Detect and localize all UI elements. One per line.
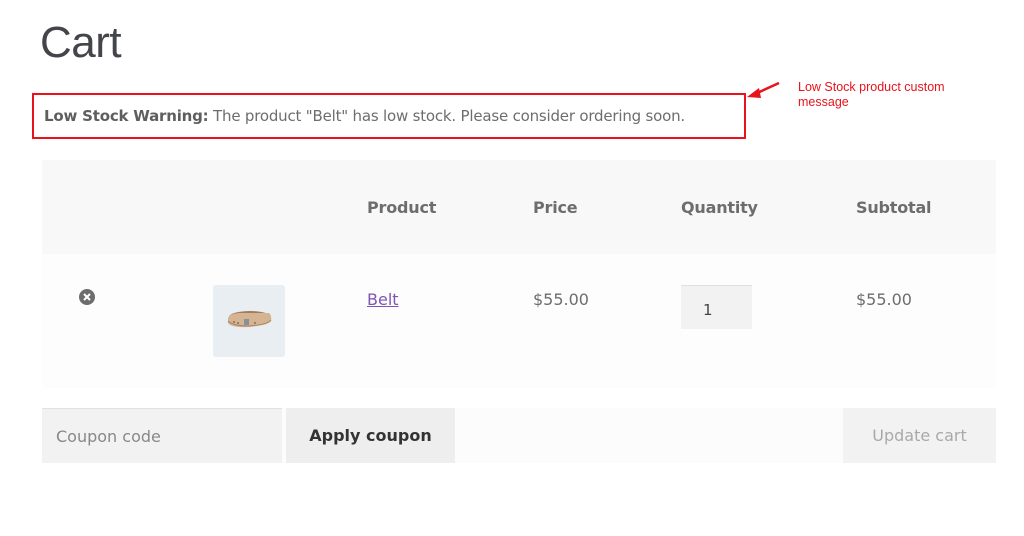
belt-image-icon bbox=[227, 311, 272, 328]
quantity-input[interactable] bbox=[681, 285, 752, 329]
notice-label: Low Stock Warning: bbox=[44, 107, 209, 125]
cart-actions: Apply coupon Update cart bbox=[42, 408, 996, 463]
close-icon bbox=[83, 293, 91, 301]
coupon-code-input[interactable] bbox=[42, 408, 282, 463]
column-header-product: Product bbox=[367, 198, 437, 217]
table-header: Product Price Quantity Subtotal bbox=[42, 160, 996, 254]
product-subtotal: $55.00 bbox=[856, 290, 912, 309]
apply-coupon-button[interactable]: Apply coupon bbox=[286, 408, 455, 463]
product-price: $55.00 bbox=[533, 290, 589, 309]
low-stock-notice: Low Stock Warning: The product "Belt" ha… bbox=[32, 93, 746, 139]
product-thumbnail[interactable] bbox=[213, 285, 285, 357]
annotation-text: Low Stock product custom message bbox=[798, 80, 945, 109]
notice-message: The product "Belt" has low stock. Please… bbox=[208, 107, 685, 125]
product-link[interactable]: Belt bbox=[367, 290, 399, 309]
table-row: Belt $55.00 $55.00 bbox=[42, 254, 996, 388]
column-header-price: Price bbox=[533, 198, 578, 217]
cart-table: Product Price Quantity Subtotal Belt $55… bbox=[42, 160, 996, 388]
remove-item-icon[interactable] bbox=[79, 289, 95, 305]
annotation-arrow-icon bbox=[747, 81, 780, 98]
column-header-quantity: Quantity bbox=[681, 198, 758, 217]
page-title: Cart bbox=[40, 18, 122, 67]
column-header-subtotal: Subtotal bbox=[856, 198, 932, 217]
update-cart-button[interactable]: Update cart bbox=[843, 408, 996, 463]
notice-text: Low Stock Warning: The product "Belt" ha… bbox=[44, 107, 685, 125]
